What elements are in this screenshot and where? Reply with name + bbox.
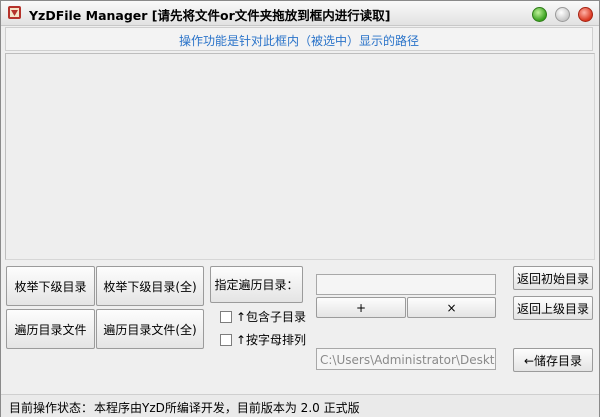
traverse-files-all-button[interactable]: 遍历目录文件(全)	[96, 309, 204, 349]
current-path-field[interactable]: C:\Users\Administrator\Desktop	[316, 348, 496, 370]
include-subdirs-box[interactable]	[220, 310, 232, 323]
status-bar: 目前操作状态： 本程序由YzD所编译开发，目前版本为 2.0 正式版	[1, 394, 599, 417]
app-icon	[8, 6, 21, 19]
traverse-dir-field[interactable]	[316, 274, 496, 295]
file-drop-list[interactable]	[5, 53, 595, 260]
app-window: YzDFile Manager [请先将文件or文件夹拖放到框内进行读取] 操作…	[0, 0, 600, 417]
traverse-files-button[interactable]: 遍历目录文件	[6, 309, 95, 349]
specify-traverse-dir-button[interactable]: 指定遍历目录：	[210, 266, 303, 303]
minimize-button[interactable]	[532, 7, 547, 22]
add-dir-button[interactable]: +	[316, 297, 406, 318]
sort-by-letter-box[interactable]	[220, 333, 232, 346]
status-label: 目前操作状态：	[9, 401, 94, 415]
return-initial-dir-button[interactable]: 返回初始目录	[513, 266, 593, 290]
close-button[interactable]	[578, 7, 593, 22]
return-parent-dir-button[interactable]: 返回上级目录	[513, 296, 593, 320]
sort-by-letter-label: ↑按字母排列	[236, 333, 307, 347]
title-bar[interactable]: YzDFile Manager [请先将文件or文件夹拖放到框内进行读取]	[1, 1, 599, 26]
path-info-text: 操作功能是针对此框内（被选中）显示的路径	[178, 34, 419, 48]
status-text: 本程序由YzD所编译开发，目前版本为 2.0 正式版	[94, 401, 360, 415]
window-title: YzDFile Manager [请先将文件or文件夹拖放到框内进行读取]	[29, 8, 391, 23]
enumerate-subdirs-all-button[interactable]: 枚举下级目录(全)	[96, 266, 204, 306]
path-info-bar[interactable]: 操作功能是针对此框内（被选中）显示的路径	[5, 27, 593, 51]
include-subdirs-label: ↑包含子目录	[236, 310, 307, 324]
sort-by-letter-checkbox[interactable]: ↑按字母排列	[220, 331, 306, 348]
remove-dir-button[interactable]: ×	[407, 297, 496, 318]
maximize-button[interactable]	[555, 7, 570, 22]
include-subdirs-checkbox[interactable]: ↑包含子目录	[220, 308, 306, 325]
save-dir-button[interactable]: ←储存目录	[513, 348, 593, 372]
enumerate-subdirs-button[interactable]: 枚举下级目录	[6, 266, 95, 306]
